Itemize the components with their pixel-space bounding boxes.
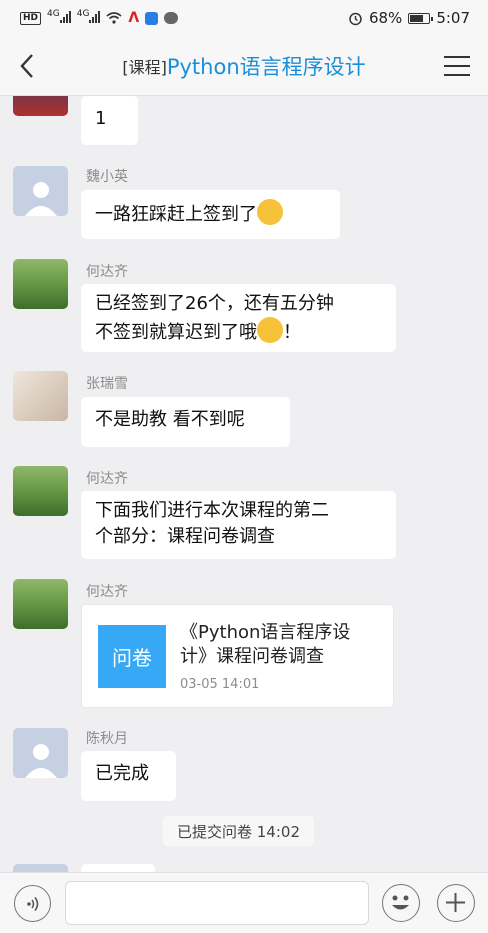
message-bubble[interactable]: 下面我们进行本次课程的第二 个部分：课程问卷调查 [81, 491, 396, 559]
input-bar [0, 872, 488, 933]
avatar[interactable] [13, 579, 68, 629]
message-bubble[interactable]: 不是助教 看不到呢 [81, 397, 290, 447]
sender-name: 陈秋月 [86, 731, 128, 747]
avatar[interactable] [13, 371, 68, 421]
avatar[interactable] [13, 259, 68, 309]
title-tag: [课程] [122, 58, 167, 77]
message-bubble[interactable]: 已经签到了26个，还有五分钟 不签到就算迟到了哦！ [81, 284, 396, 352]
more-options-button[interactable] [437, 884, 475, 922]
message-bubble[interactable]: 1 [81, 96, 138, 145]
avatar[interactable] [13, 166, 68, 216]
message-bubble[interactable]: 已完成 [81, 751, 176, 801]
message-app-icon [164, 12, 179, 24]
message-input[interactable] [65, 881, 369, 925]
course-name: Python语言程序设计 [166, 55, 366, 79]
message-bubble[interactable]: 一路狂踩赶上签到了 [81, 190, 340, 239]
voice-input-button[interactable] [14, 885, 51, 922]
status-bar: HD 4G 4G Λ 68% 5:07 [0, 0, 488, 36]
survey-title: 《Python语言程序设 计》课程问卷调查 [180, 622, 351, 667]
sender-name: 张瑞雪 [86, 376, 128, 392]
emoji-face-icon [392, 895, 409, 910]
survey-time: 03-05 14:01 [180, 677, 260, 692]
battery-percent: 68% [368, 9, 403, 27]
voice-icon [26, 896, 38, 911]
hd-indicator: HD [20, 11, 42, 25]
page-title: [课程] Python语言程序设计 [60, 36, 428, 96]
default-avatar-icon [24, 182, 57, 216]
smile-emoji-icon [257, 317, 283, 343]
avatar[interactable] [13, 728, 68, 778]
clock: 5:07 [436, 9, 470, 27]
sender-name: 何达齐 [86, 264, 128, 280]
plus-icon [446, 893, 465, 912]
avatar[interactable] [13, 466, 68, 516]
system-notice: 已提交问卷 14:02 [163, 816, 314, 846]
wifi-icon [106, 12, 122, 24]
app-a-icon: Λ [128, 10, 140, 26]
emoji-button[interactable] [382, 884, 420, 922]
alarm-icon [349, 12, 362, 25]
signal-icon-1: 4G [47, 9, 71, 27]
chat-header: [课程] Python语言程序设计 [0, 36, 488, 96]
sender-name: 何达齐 [86, 584, 128, 600]
battery-icon [408, 12, 434, 24]
chat-message-list[interactable]: 1 魏小英 一路狂踩赶上签到了 何达齐 已经签到了26个，还有五分钟 不签到就算… [0, 96, 488, 872]
thinking-emoji-icon [257, 199, 283, 225]
message-bubble[interactable] [81, 864, 155, 872]
survey-badge: 问卷 [98, 625, 166, 688]
shield-app-icon [145, 11, 159, 25]
default-avatar-icon [24, 744, 57, 778]
sender-name: 何达齐 [86, 471, 128, 487]
avatar[interactable] [13, 864, 68, 872]
sender-name: 魏小英 [86, 169, 128, 185]
back-arrow-icon[interactable] [16, 52, 40, 80]
avatar[interactable] [13, 96, 68, 116]
signal-icon-2: 4G [77, 9, 101, 27]
survey-card[interactable]: 问卷 《Python语言程序设 计》课程问卷调查 03-05 14:01 [81, 604, 394, 708]
menu-icon[interactable] [444, 56, 470, 76]
